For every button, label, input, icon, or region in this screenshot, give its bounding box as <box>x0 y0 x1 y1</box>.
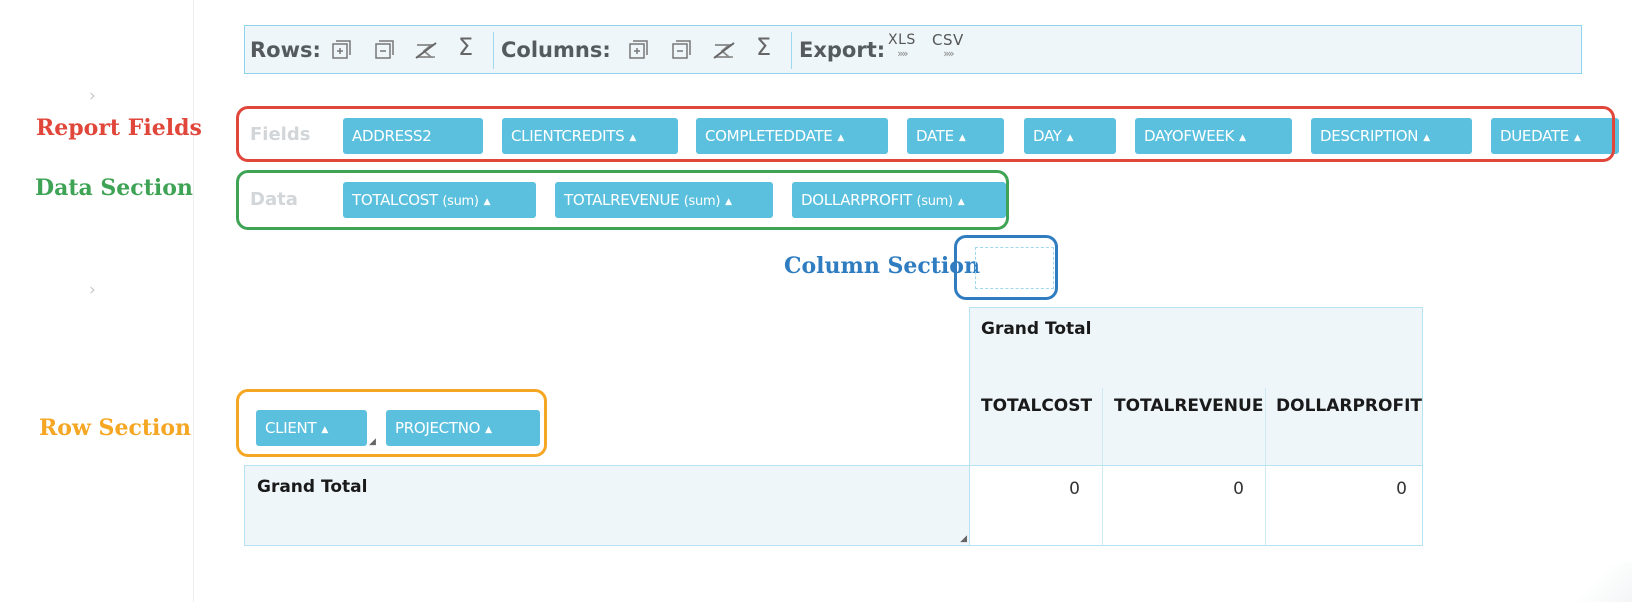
sort-icon[interactable]: ▲ <box>1423 133 1430 143</box>
column-drop-zone[interactable] <box>975 247 1054 289</box>
row-pill-label: CLIENT <box>265 419 317 437</box>
field-pill-label: DATE <box>916 127 954 145</box>
measure-header-totalcost[interactable]: TOTALCOST <box>981 396 1092 416</box>
row-grand-total-header: Grand Total <box>257 477 368 497</box>
field-pill-label: DESCRIPTION <box>1320 127 1419 145</box>
field-pill-completeddate[interactable]: COMPLETEDDATE ▲ <box>696 118 888 154</box>
left-sidebar: › › <box>0 0 194 602</box>
pivot-data-cells: 0 0 0 <box>969 465 1423 546</box>
sort-icon[interactable]: ▲ <box>1574 133 1581 143</box>
chevron-right-icon[interactable]: › <box>89 88 96 105</box>
export-xls-link[interactable]: XLS »» <box>888 32 916 59</box>
column-grand-total-header: Grand Total <box>981 319 1092 339</box>
collapse-all-rows-icon[interactable] <box>371 37 397 63</box>
data-pill-label: DOLLARPROFIT <box>801 191 912 209</box>
fields-zone-label: Fields <box>250 124 311 145</box>
xls-text: XLS <box>888 32 916 48</box>
sort-icon[interactable]: ▲ <box>958 197 965 207</box>
sort-icon[interactable]: ▲ <box>959 133 966 143</box>
collapse-all-columns-icon[interactable] <box>668 37 694 63</box>
expand-all-rows-icon[interactable] <box>328 37 354 63</box>
aggregate-label: (sum) <box>916 194 953 209</box>
row-pill-label: PROJECTNO <box>395 419 481 437</box>
row-pill-projectno[interactable]: PROJECTNO ▲ <box>386 410 540 446</box>
field-pill-label: DUEDATE <box>1500 127 1569 145</box>
toggle-column-subtotals-icon[interactable] <box>711 37 737 63</box>
field-pill-label: DAYOFWEEK <box>1144 127 1235 145</box>
cell-divider <box>1265 466 1266 545</box>
value-cell-dollarprofit: 0 <box>1396 479 1407 499</box>
field-pill-date[interactable]: DATE ▲ <box>907 118 1004 154</box>
aggregate-label: (sum) <box>683 194 721 209</box>
sort-icon[interactable]: ▲ <box>1067 133 1074 143</box>
field-pill-duedate[interactable]: DUEDATE ▲ <box>1491 118 1619 154</box>
column-section-callout: Column Section <box>784 253 980 279</box>
data-section-callout: Data Section <box>35 175 193 201</box>
field-pill-day[interactable]: DAY ▲ <box>1024 118 1116 154</box>
field-pill-label: DAY <box>1033 127 1062 145</box>
toolbar-divider <box>791 32 792 69</box>
column-grand-total-sigma-icon[interactable]: Σ <box>756 35 771 59</box>
csv-text: CSV <box>932 31 964 49</box>
report-fields-callout: Report Fields <box>36 115 202 141</box>
header-divider <box>1102 388 1103 467</box>
columns-label: Columns: <box>501 38 611 62</box>
export-csv-link[interactable]: CSV »» <box>932 32 964 59</box>
data-pill-label: TOTALREVENUE <box>564 191 680 209</box>
resize-grip-icon[interactable]: ◢ <box>960 534 967 544</box>
data-pill-totalcost[interactable]: TOTALCOST (sum) ▲ <box>343 182 536 218</box>
data-zone-label: Data <box>250 189 298 210</box>
data-pill-totalrevenue[interactable]: TOTALREVENUE (sum) ▲ <box>555 182 773 218</box>
pivot-toolbar: Rows: Σ Columns: Σ Export: XLS »» CSV »» <box>244 25 1582 74</box>
export-arrows-icon: »» <box>943 47 954 60</box>
field-pill-label: COMPLETEDDATE <box>705 127 833 145</box>
export-arrows-icon: »» <box>897 47 908 60</box>
sort-icon[interactable]: ▲ <box>484 197 491 207</box>
expand-all-columns-icon[interactable] <box>625 37 651 63</box>
data-pill-dollarprofit[interactable]: DOLLARPROFIT (sum) ▲ <box>792 182 1006 218</box>
resize-grip-icon[interactable]: ◢ <box>369 437 376 447</box>
toolbar-divider <box>493 32 494 69</box>
value-cell-totalrevenue: 0 <box>1233 479 1244 499</box>
sort-icon[interactable]: ▲ <box>1239 133 1246 143</box>
page-corner <box>1572 562 1632 602</box>
row-section-callout: Row Section <box>39 415 192 441</box>
chevron-right-icon[interactable]: › <box>89 282 96 299</box>
measure-header-totalrevenue[interactable]: TOTALREVENUE <box>1114 396 1263 416</box>
measure-header-dollarprofit[interactable]: DOLLARPROFIT <box>1276 396 1422 416</box>
aggregate-label: (sum) <box>442 194 479 209</box>
rows-label: Rows: <box>250 38 321 62</box>
field-pill-description[interactable]: DESCRIPTION ▲ <box>1311 118 1472 154</box>
sort-icon[interactable]: ▲ <box>837 133 844 143</box>
sort-icon[interactable]: ▲ <box>321 425 328 435</box>
field-pill-address2[interactable]: ADDRESS2 <box>343 118 483 154</box>
pivot-column-header: Grand Total TOTALCOST TOTALREVENUE DOLLA… <box>969 307 1423 467</box>
field-pill-dayofweek[interactable]: DAYOFWEEK ▲ <box>1135 118 1292 154</box>
field-pill-label: ADDRESS2 <box>352 127 432 145</box>
sort-icon[interactable]: ▲ <box>629 133 636 143</box>
pivot-row-header: Grand Total ◢ <box>244 465 970 546</box>
field-pill-clientcredits[interactable]: CLIENTCREDITS ▲ <box>502 118 678 154</box>
header-divider <box>1265 388 1266 467</box>
cell-divider <box>1102 466 1103 545</box>
sort-icon[interactable]: ▲ <box>485 425 492 435</box>
row-pill-client[interactable]: CLIENT ▲ <box>256 410 367 446</box>
toggle-row-subtotals-icon[interactable] <box>413 37 439 63</box>
row-grand-total-sigma-icon[interactable]: Σ <box>458 35 473 59</box>
value-cell-totalcost: 0 <box>1069 479 1080 499</box>
sort-icon[interactable]: ▲ <box>725 197 732 207</box>
export-label: Export: <box>799 38 886 62</box>
data-pill-label: TOTALCOST <box>352 191 438 209</box>
field-pill-label: CLIENTCREDITS <box>511 127 625 145</box>
